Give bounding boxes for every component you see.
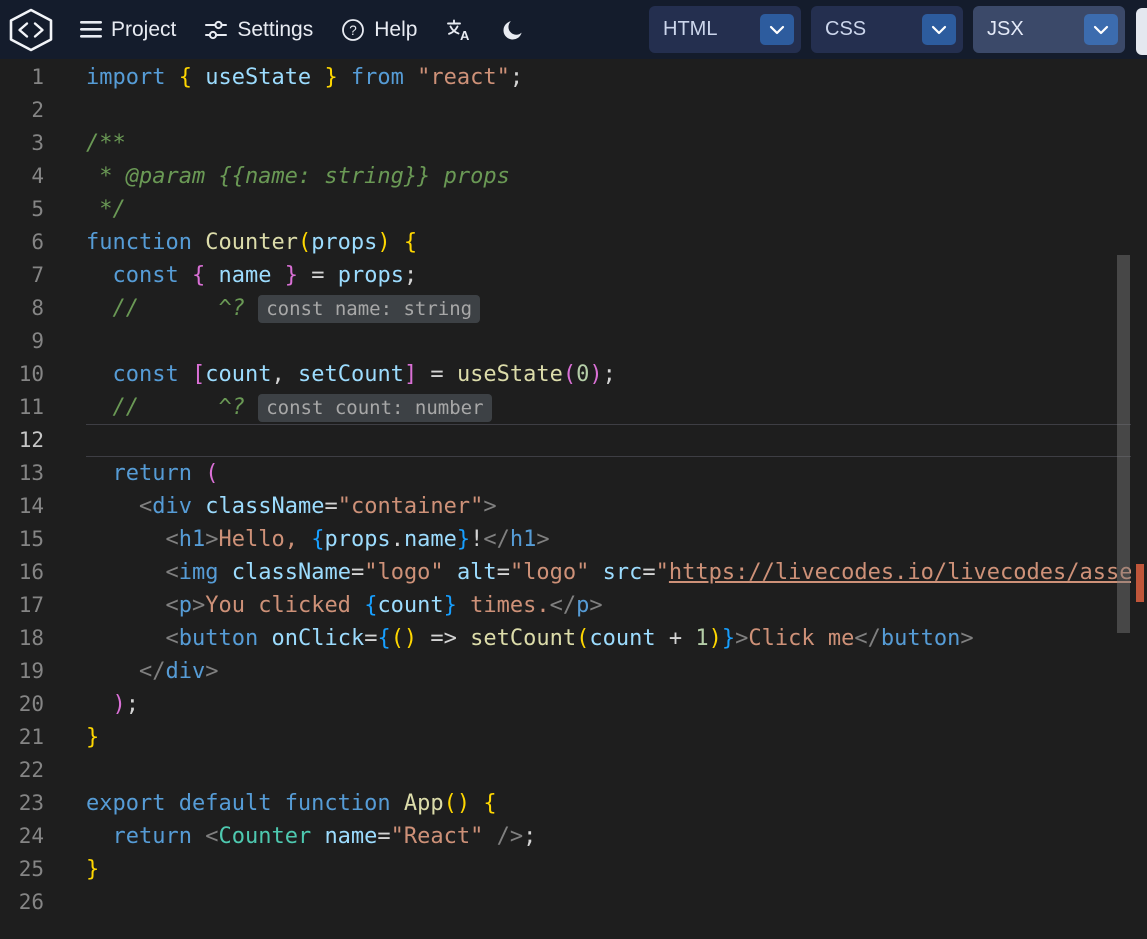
code-line[interactable]: 3/**: [0, 127, 1147, 160]
code-line[interactable]: 6function Counter(props) {: [0, 226, 1147, 259]
line-number: 12: [0, 424, 62, 457]
code-line[interactable]: 8 // ^? const name: string: [0, 292, 1147, 325]
line-number: 1: [0, 61, 62, 94]
line-number: 21: [0, 721, 62, 754]
tab-jsx[interactable]: JSX: [973, 6, 1125, 53]
help-circle-icon: ?: [341, 18, 365, 42]
code-line[interactable]: 20 );: [0, 688, 1147, 721]
line-number: 5: [0, 193, 62, 226]
overview-ruler-link-marker: [1136, 564, 1144, 602]
settings-menu-button[interactable]: Settings: [204, 18, 313, 42]
code-line[interactable]: 22: [0, 754, 1147, 787]
line-number: 10: [0, 358, 62, 391]
line-number: 18: [0, 622, 62, 655]
line-number: 20: [0, 688, 62, 721]
tab-html-label: HTML: [663, 18, 717, 41]
code-line[interactable]: 17 <p>You clicked {count} times.</p>: [0, 589, 1147, 622]
code-line[interactable]: 19 </div>: [0, 655, 1147, 688]
app-header: Project Settings ? Help A HTML: [0, 0, 1147, 59]
svg-text:A: A: [460, 28, 470, 42]
inlay-hint: const name: string: [258, 295, 480, 323]
dark-mode-button[interactable]: [501, 18, 525, 42]
code-line[interactable]: 11 // ^? const count: number: [0, 391, 1147, 424]
editor-tabs: HTML CSS JSX: [649, 6, 1125, 53]
livecodes-logo-icon: [8, 7, 54, 53]
vertical-scrollbar[interactable]: [1117, 255, 1130, 633]
tab-html[interactable]: HTML: [649, 6, 801, 53]
translate-icon: A: [445, 18, 471, 42]
code-line[interactable]: 13 return (: [0, 457, 1147, 490]
line-number: 6: [0, 226, 62, 259]
tab-css-label: CSS: [825, 18, 866, 41]
code-line[interactable]: 18 <button onClick={() => setCount(count…: [0, 622, 1147, 655]
chevron-down-icon: [1093, 25, 1109, 35]
code-line[interactable]: 16 <img className="logo" alt="logo" src=…: [0, 556, 1147, 589]
line-number: 23: [0, 787, 62, 820]
inlay-hint: const count: number: [258, 394, 491, 422]
help-menu-label: Help: [374, 18, 417, 42]
line-number: 25: [0, 853, 62, 886]
code-line[interactable]: 2: [0, 94, 1147, 127]
chevron-down-icon: [769, 25, 785, 35]
code-line[interactable]: 21}: [0, 721, 1147, 754]
tab-css[interactable]: CSS: [811, 6, 963, 53]
line-number: 2: [0, 94, 62, 127]
code-line[interactable]: 25}: [0, 853, 1147, 886]
code-line[interactable]: 10 const [count, setCount] = useState(0)…: [0, 358, 1147, 391]
html-tab-menu-button[interactable]: [760, 14, 794, 45]
code-line[interactable]: 9: [0, 325, 1147, 358]
code-line[interactable]: 4 * @param {{name: string}} props: [0, 160, 1147, 193]
code-line[interactable]: 23export default function App() {: [0, 787, 1147, 820]
line-number: 15: [0, 523, 62, 556]
app-logo[interactable]: [8, 7, 54, 53]
hamburger-icon: [80, 21, 102, 38]
help-menu-button[interactable]: ? Help: [341, 18, 417, 42]
chevron-down-icon: [931, 25, 947, 35]
svg-text:?: ?: [349, 22, 357, 37]
line-number: 19: [0, 655, 62, 688]
line-number: 9: [0, 325, 62, 358]
code-line[interactable]: 7 const { name } = props;: [0, 259, 1147, 292]
jsx-tab-menu-button[interactable]: [1084, 14, 1118, 45]
css-tab-menu-button[interactable]: [922, 14, 956, 45]
partial-panel-edge: [1136, 8, 1147, 55]
code-line[interactable]: 15 <h1>Hello, {props.name}!</h1>: [0, 523, 1147, 556]
moon-icon: [501, 18, 525, 42]
code-editor[interactable]: 1import { useState } from "react";23/**4…: [0, 59, 1147, 939]
sliders-icon: [204, 18, 228, 42]
line-number: 26: [0, 886, 62, 919]
line-number: 3: [0, 127, 62, 160]
language-button[interactable]: A: [445, 18, 471, 42]
line-number: 4: [0, 160, 62, 193]
code-line[interactable]: 1import { useState } from "react";: [0, 61, 1147, 94]
code-line[interactable]: 5 */: [0, 193, 1147, 226]
tab-jsx-label: JSX: [987, 18, 1024, 41]
line-number: 7: [0, 259, 62, 292]
line-number: 17: [0, 589, 62, 622]
code-line[interactable]: 26: [0, 886, 1147, 919]
code-lines: 1import { useState } from "react";23/**4…: [0, 59, 1147, 919]
code-line[interactable]: 12: [0, 424, 1147, 457]
line-number: 11: [0, 391, 62, 424]
project-menu-button[interactable]: Project: [80, 18, 176, 42]
line-number: 8: [0, 292, 62, 325]
project-menu-label: Project: [111, 18, 176, 42]
line-number: 22: [0, 754, 62, 787]
settings-menu-label: Settings: [237, 18, 313, 42]
code-line[interactable]: 24 return <Counter name="React" />;: [0, 820, 1147, 853]
line-number: 24: [0, 820, 62, 853]
code-line[interactable]: 14 <div className="container">: [0, 490, 1147, 523]
line-number: 16: [0, 556, 62, 589]
url-link[interactable]: https://livecodes.io/livecodes/assets/te…: [669, 560, 1131, 585]
line-number: 13: [0, 457, 62, 490]
line-number: 14: [0, 490, 62, 523]
